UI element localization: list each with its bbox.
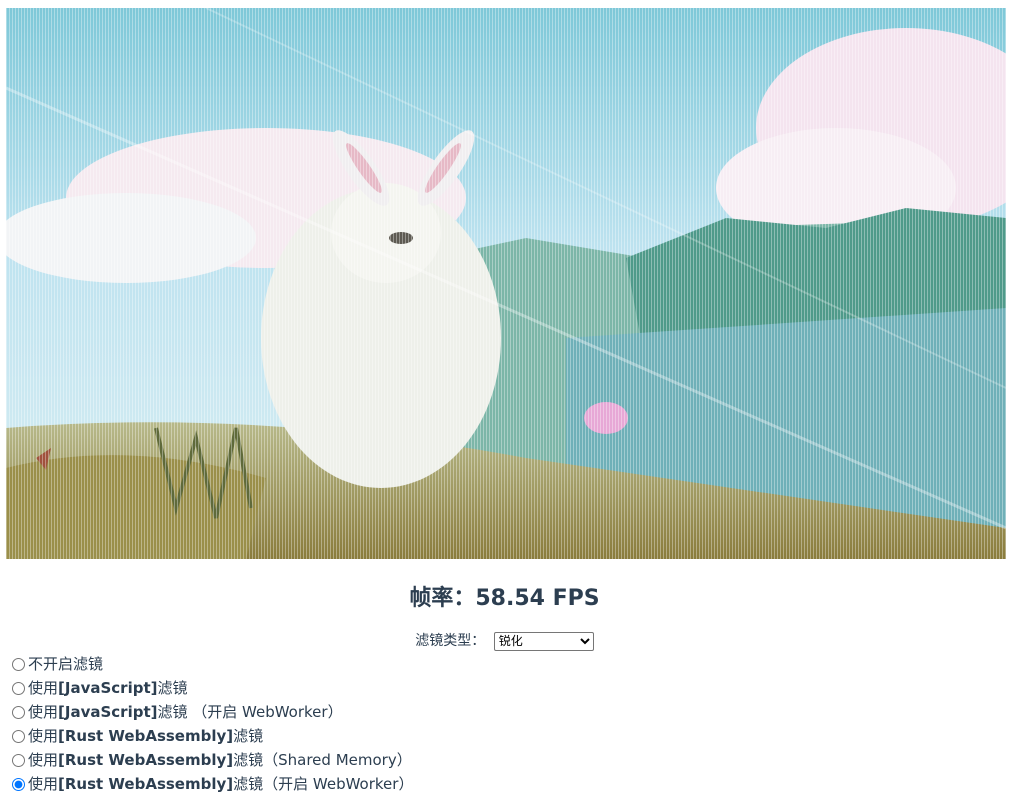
mode-suffix: 滤镜 （开启 WebWorker） [157, 703, 343, 721]
mode-option-wasm-worker[interactable]: 使用 [Rust WebAssembly] 滤镜（开启 WebWorker） [10, 772, 413, 796]
mode-option-wasm-shared-memory[interactable]: 使用 [Rust WebAssembly] 滤镜（Shared Memory） [10, 748, 413, 772]
filter-type-select[interactable]: 锐化 [493, 631, 594, 651]
filter-mode-group: 不开启滤镜 使用 [JavaScript] 滤镜 使用 [JavaScript]… [10, 652, 413, 796]
fps-readout: 帧率：58.54 FPS [0, 580, 1009, 612]
fps-label: 帧率： [409, 586, 476, 611]
filter-type-row: 滤镜类型： 锐化 [0, 630, 1009, 651]
mode-prefix: 使用 [28, 775, 59, 793]
mode-tech: [Rust WebAssembly] [58, 775, 234, 793]
mode-radio-none[interactable] [12, 657, 25, 671]
mode-label: 不开启滤镜 [28, 655, 104, 673]
mode-option-js[interactable]: 使用 [JavaScript] 滤镜 [10, 676, 413, 700]
mode-radio-wasm[interactable] [12, 729, 25, 743]
mode-suffix: 滤镜 [157, 679, 188, 697]
video-canvas [6, 8, 1006, 559]
mode-tech: [Rust WebAssembly] [58, 751, 234, 769]
mode-radio-js-worker[interactable] [12, 705, 25, 719]
mode-prefix: 使用 [28, 679, 59, 697]
filter-type-label: 滤镜类型： [415, 633, 486, 649]
mode-tech: [Rust WebAssembly] [58, 727, 234, 745]
mode-suffix: 滤镜（开启 WebWorker） [233, 775, 414, 793]
mode-prefix: 使用 [28, 751, 59, 769]
mode-prefix: 使用 [28, 703, 59, 721]
mode-radio-wasm-shared-memory[interactable] [12, 753, 25, 767]
mode-suffix: 滤镜（Shared Memory） [233, 751, 412, 769]
mode-option-none[interactable]: 不开启滤镜 [10, 652, 413, 676]
mode-prefix: 使用 [28, 727, 59, 745]
mode-option-js-worker[interactable]: 使用 [JavaScript] 滤镜 （开启 WebWorker） [10, 700, 413, 724]
mode-radio-js[interactable] [12, 681, 25, 695]
mode-suffix: 滤镜 [233, 727, 264, 745]
fps-unit: FPS [552, 586, 600, 611]
video-frame-image [6, 8, 1006, 559]
mode-radio-wasm-worker[interactable] [12, 777, 25, 791]
mode-tech: [JavaScript] [58, 679, 158, 697]
fps-value: 58.54 [475, 586, 545, 611]
mode-tech: [JavaScript] [58, 703, 158, 721]
mode-option-wasm[interactable]: 使用 [Rust WebAssembly] 滤镜 [10, 724, 413, 748]
